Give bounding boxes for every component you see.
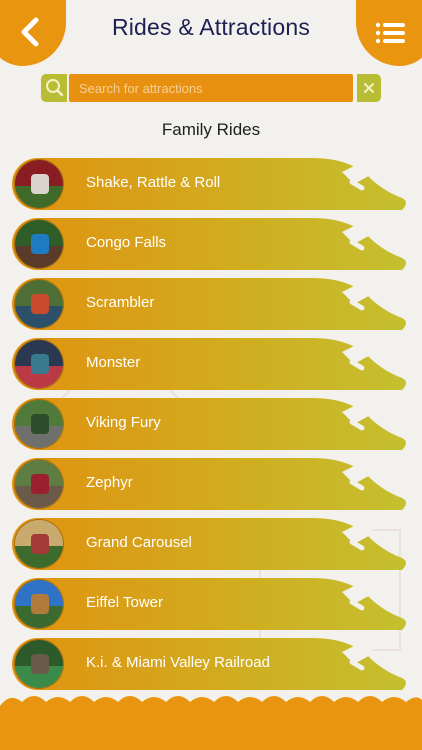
ride-thumbnail (14, 579, 64, 629)
ride-name: K.i. & Miami Valley Railroad (86, 654, 270, 671)
ride-row[interactable]: Congo Falls (12, 218, 412, 270)
search-input[interactable] (69, 74, 353, 102)
ride-name: Monster (86, 354, 141, 371)
ride-thumbnail (14, 399, 64, 449)
back-button[interactable] (14, 14, 50, 50)
ride-row[interactable]: K.i. & Miami Valley Railroad (12, 638, 412, 690)
section-heading: Family Rides (161, 120, 261, 139)
ride-banner (12, 338, 406, 390)
ride-name: Congo Falls (86, 234, 167, 251)
ride-name: Eiffel Tower (86, 594, 163, 611)
ride-name: Shake, Rattle & Roll (86, 174, 221, 191)
clear-search-button[interactable] (357, 74, 381, 102)
ride-thumbnail (14, 219, 64, 269)
ride-banner (12, 518, 406, 570)
ride-thumbnail (14, 279, 64, 329)
ride-banner (12, 218, 406, 270)
ride-thumbnail (14, 519, 64, 569)
ride-thumbnail (14, 159, 64, 209)
search-bar (41, 74, 381, 102)
footer-decoration (0, 696, 422, 750)
ride-row[interactable]: Grand Carousel (12, 518, 412, 570)
ride-row[interactable]: Zephyr (12, 458, 412, 510)
close-icon (363, 82, 375, 94)
ride-thumbnail (14, 339, 64, 389)
search-button[interactable] (41, 74, 67, 102)
ride-banner (12, 398, 406, 450)
ride-name: Grand Carousel (86, 534, 192, 551)
ride-row[interactable]: Shake, Rattle & Roll (12, 158, 412, 210)
ride-thumbnail (14, 459, 64, 509)
ride-banner (12, 458, 406, 510)
ride-name: Scrambler (86, 294, 155, 311)
ride-thumbnail (14, 639, 64, 689)
ride-banner (12, 578, 406, 630)
ride-row[interactable]: Viking Fury (12, 398, 412, 450)
ride-name: Zephyr (86, 474, 133, 491)
chevron-left-icon (21, 17, 39, 47)
ride-row[interactable]: Scrambler (12, 278, 412, 330)
hamburger-menu-icon (375, 22, 405, 44)
top-bar: Rides & Attractions (0, 0, 422, 70)
ride-row[interactable]: Monster (12, 338, 412, 390)
ride-banner (12, 278, 406, 330)
page-title: Rides & Attractions (111, 14, 311, 40)
search-icon (46, 79, 64, 97)
menu-button[interactable] (374, 18, 408, 48)
ride-name: Viking Fury (86, 414, 161, 431)
ride-row[interactable]: Eiffel Tower (12, 578, 412, 630)
